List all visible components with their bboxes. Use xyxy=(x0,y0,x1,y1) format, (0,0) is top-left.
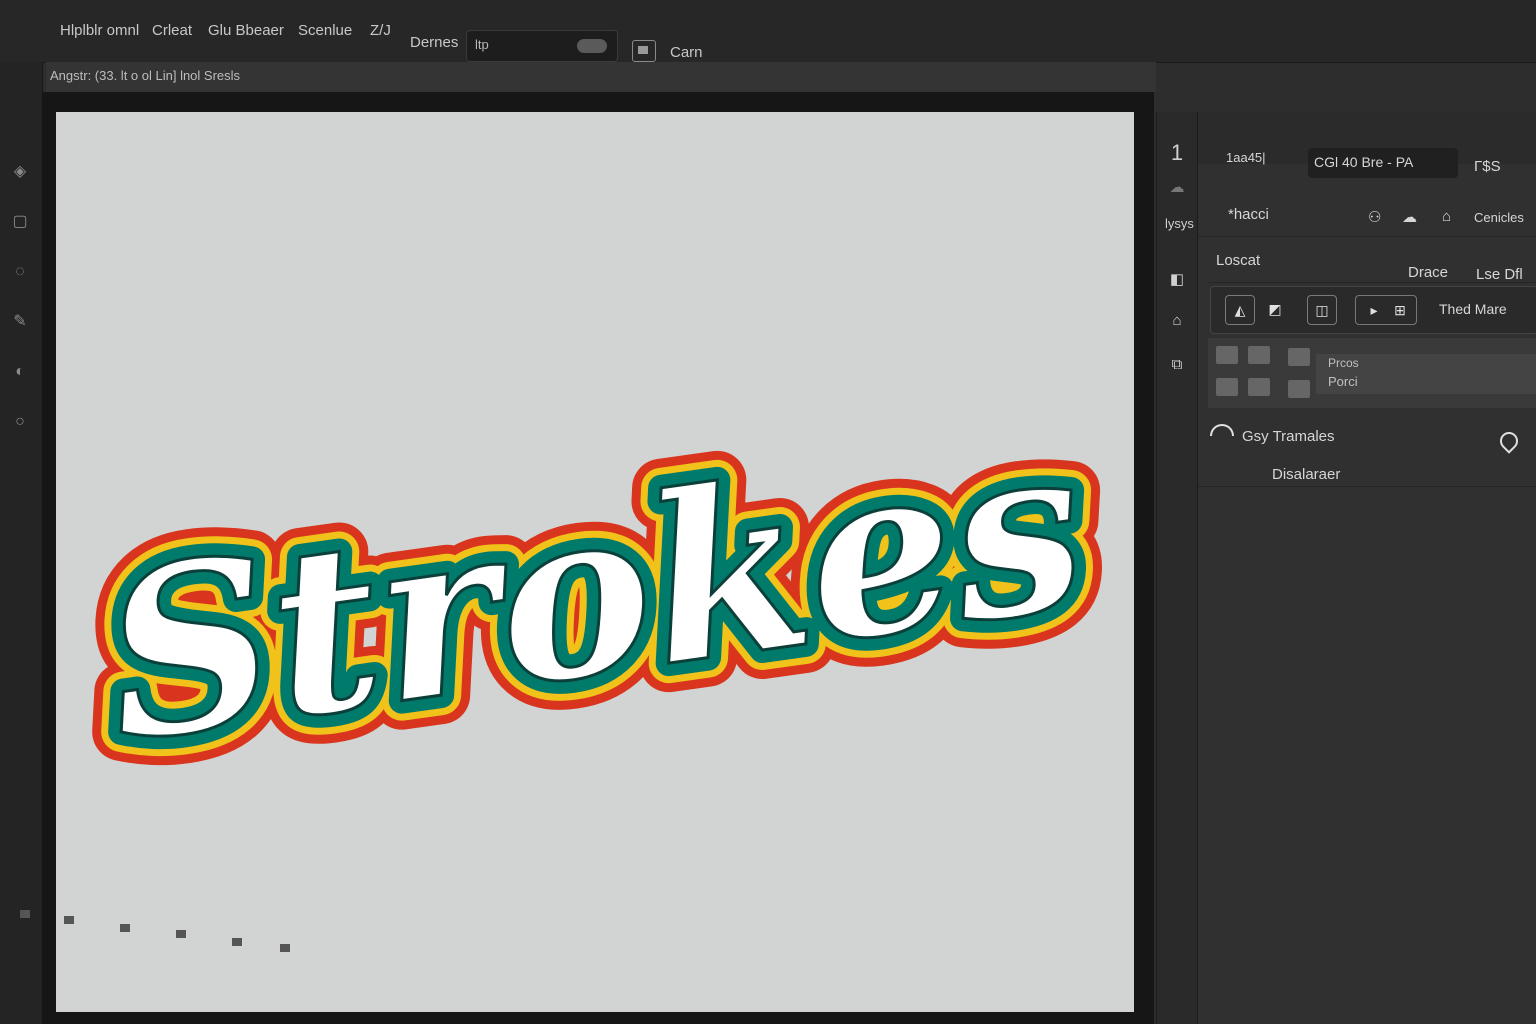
layers-label: Loscat xyxy=(1216,252,1261,269)
document-tab[interactable]: Angstr: (33. lt o ol Lin] lnol Sresls xyxy=(46,62,1156,92)
layer-thumb-2 xyxy=(1248,346,1270,364)
layer-controls: ◭ ◩ ◫ ▸ ⊞ Thed Mare xyxy=(1210,286,1536,334)
shape-tool-icon[interactable]: ○ xyxy=(10,412,30,432)
status-indicator xyxy=(120,924,130,932)
menu-item-4[interactable]: Scenlue xyxy=(298,22,352,39)
strokes-text-artwork[interactable]: Strokes Strokes Strokes Strokes xyxy=(56,112,1134,1012)
layers-header: Loscat Drace Lse Dfl xyxy=(1208,238,1536,283)
adjustments-icon[interactable]: ◧ xyxy=(1165,270,1189,288)
mode-selector[interactable]: CGl 40 Bre - PA xyxy=(1308,148,1458,178)
brush-tool-icon[interactable]: ✎ xyxy=(10,312,30,332)
layers-shortcut[interactable]: lysys xyxy=(1165,216,1194,231)
adjustment-icon[interactable]: ◫ xyxy=(1307,295,1337,325)
canvas-area: Strokes Strokes Strokes Strokes xyxy=(42,92,1154,1024)
layer-thumb-4 xyxy=(1216,378,1238,396)
status-indicator xyxy=(64,916,74,924)
layer-fx-2: Porci xyxy=(1328,374,1358,389)
layers-col-1[interactable]: Drace xyxy=(1408,264,1448,281)
view-mode-icon[interactable] xyxy=(632,40,656,62)
shapes-icon[interactable]: ⌂ xyxy=(1165,312,1189,329)
status-bar xyxy=(0,900,330,960)
lock-icon[interactable]: ⌂ xyxy=(1442,208,1451,225)
menu-item-6[interactable]: Dernes xyxy=(410,34,458,51)
brush-preset-icon[interactable]: ☁ xyxy=(1165,178,1189,196)
arrow-icon[interactable]: ▸ xyxy=(1360,296,1388,324)
layer-thumb-6 xyxy=(1288,380,1310,398)
layer-name: Gsy Tramales xyxy=(1242,428,1335,445)
layer-effects[interactable]: Prcos Porci xyxy=(1316,354,1536,394)
cloud-icon[interactable]: ☁ xyxy=(1402,208,1417,226)
type-tool-icon[interactable]: ◐ xyxy=(10,362,30,382)
status-indicator xyxy=(20,910,30,918)
eye-icon[interactable] xyxy=(1210,424,1234,436)
properties-extra: Cenicles xyxy=(1474,210,1524,225)
text-fill: Strokes xyxy=(89,391,1099,795)
zoom-field[interactable]: ltp xyxy=(466,30,618,62)
selection-tool-icon[interactable]: ▢ xyxy=(10,212,30,232)
properties-label: *hacci xyxy=(1228,206,1269,223)
layer-sub: Disalaraer xyxy=(1272,466,1341,483)
left-toolbar: ◈ ▢ ◌ ✎ ◐ ○ xyxy=(0,62,43,1024)
zoom-value: ltp xyxy=(475,37,489,52)
panel-title: 1aa45| xyxy=(1226,150,1266,165)
layer-thumb-1 xyxy=(1216,346,1238,364)
layer-fx-1: Prcos xyxy=(1328,356,1359,370)
panel-icon-column: 1 ☁ lysys ◧ ⌂ ⧉ xyxy=(1156,112,1198,1024)
document-tab-label: Angstr: (33. lt o ol Lin] lnol Sresls xyxy=(50,68,241,83)
history-icon[interactable]: 1 xyxy=(1165,140,1189,166)
artboard[interactable]: Strokes Strokes Strokes Strokes xyxy=(56,112,1134,1012)
paths-icon[interactable]: ⧉ xyxy=(1165,356,1189,373)
layer-style-icon[interactable]: ◭ xyxy=(1225,295,1255,325)
link-icon[interactable]: ⚇ xyxy=(1368,208,1381,226)
layers-col-2[interactable]: Lse Dfl xyxy=(1476,266,1523,283)
properties-row: *hacci ⚇ ☁ ⌂ Cenicles xyxy=(1198,196,1536,237)
mode-extra: Γ$S xyxy=(1474,158,1501,175)
right-panel: 1aa45| CGl 40 Bre - PA Γ$S *hacci ⚇ ☁ ⌂ … xyxy=(1198,112,1536,1024)
pin-icon[interactable] xyxy=(1496,428,1522,454)
status-indicator xyxy=(232,938,242,946)
layer-controls-label: Thed Mare xyxy=(1439,301,1507,317)
layer-thumb-3 xyxy=(1288,348,1310,366)
menu-item-3[interactable]: Glu Bbeaer xyxy=(208,22,284,39)
status-indicator xyxy=(176,930,186,938)
grid-icon[interactable]: ⊞ xyxy=(1386,296,1414,324)
mask-icon[interactable]: ◩ xyxy=(1261,295,1289,323)
layer-thumb-5 xyxy=(1248,378,1270,396)
lasso-tool-icon[interactable]: ◌ xyxy=(10,262,30,282)
layer-row[interactable]: Prcos Porci xyxy=(1208,338,1536,408)
layer-item[interactable]: Gsy Tramales Disalaraer xyxy=(1198,412,1536,487)
app-window: Hlplblr omnl Crleat Glu Bbeaer Scenlue Z… xyxy=(0,0,1536,1024)
menu-item-5[interactable]: Z/J xyxy=(370,22,391,39)
move-tool-icon[interactable]: ◈ xyxy=(10,162,30,182)
mode-label: CGl 40 Bre - PA xyxy=(1314,154,1414,170)
menu-item-2[interactable]: Crleat xyxy=(152,22,192,39)
status-indicator xyxy=(280,944,290,952)
menu-item-1[interactable]: Hlplblr omnl xyxy=(60,22,139,39)
layer-group-controls: ▸ ⊞ xyxy=(1355,295,1417,325)
menu-extra[interactable]: Carn xyxy=(670,44,703,61)
menu-bar: Hlplblr omnl Crleat Glu Bbeaer Scenlue Z… xyxy=(0,0,1536,63)
toggle-switch[interactable] xyxy=(577,39,607,53)
